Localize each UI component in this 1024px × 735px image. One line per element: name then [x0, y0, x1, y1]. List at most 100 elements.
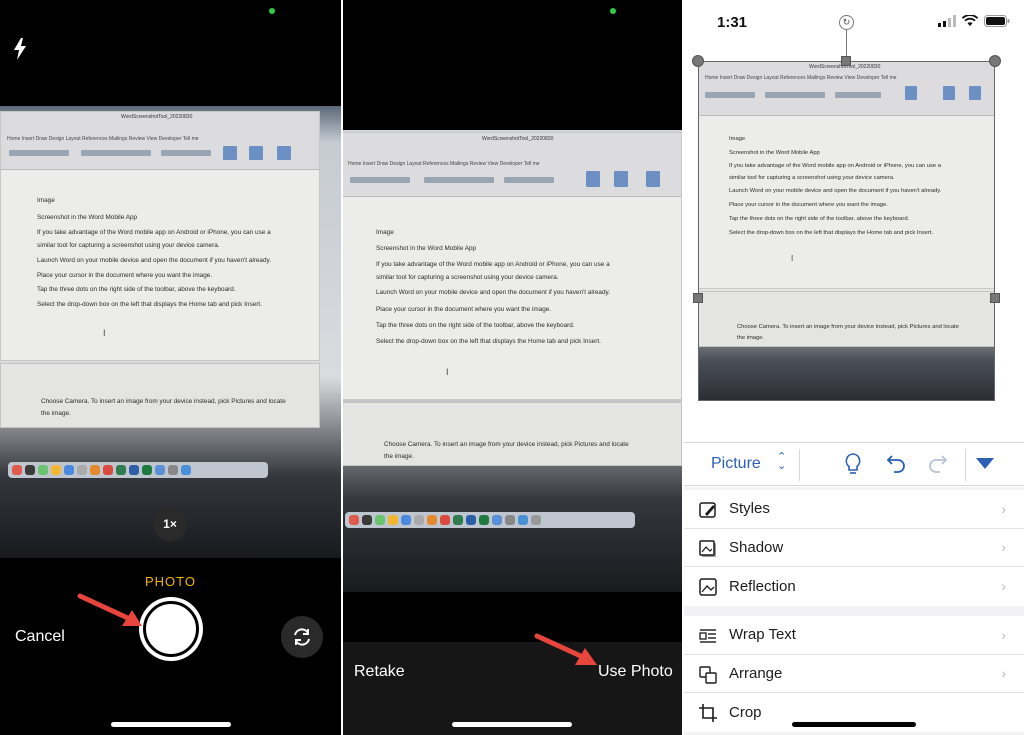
mac-dock [345, 512, 635, 528]
selection-frame [698, 61, 995, 401]
photographed-document-page-2: Choose Camera. To insert an image from y… [343, 402, 682, 466]
menu-item-wrap-text[interactable]: Wrap Text › [684, 616, 1024, 655]
camera-viewfinder: WordScreenshotTool_20220830 Home Insert … [0, 106, 341, 558]
crop-icon [699, 704, 717, 722]
menu-label: Styles [729, 500, 770, 518]
camera-flip-icon [294, 628, 310, 646]
toolbar-divider [799, 449, 800, 481]
menu-label: Shadow [729, 538, 784, 556]
zoom-button[interactable]: 1× [153, 507, 187, 541]
cancel-button[interactable]: Cancel [15, 628, 65, 646]
lightbulb-icon[interactable] [844, 452, 862, 476]
resize-handle-right[interactable] [990, 293, 1000, 303]
menu-item-shadow[interactable]: Shadow › [684, 529, 1024, 567]
resize-handle-top[interactable] [841, 56, 851, 66]
doc-text-line: similar tool for capturing a screenshot … [376, 274, 559, 281]
styles-icon [699, 502, 716, 518]
menu-label: Reflection [729, 577, 796, 595]
menu-item-styles[interactable]: Styles › [684, 490, 1024, 529]
text-cursor-icon: I [103, 328, 106, 338]
chevron-right-icon: › [1001, 578, 1006, 595]
word-ribbon: WordScreenshotTool_20220830 Home Insert … [1, 112, 319, 170]
resize-handle-left[interactable] [693, 293, 703, 303]
doc-text-line: Select the drop-down box on the left tha… [37, 301, 262, 308]
photo-mode-label[interactable]: PHOTO [0, 574, 341, 589]
menu-label: Wrap Text [729, 626, 796, 644]
toolbar-divider [965, 449, 966, 481]
doc-text-line: Launch Word on your mobile device and op… [376, 289, 611, 296]
doc-heading: Image [376, 229, 394, 236]
home-indicator [792, 722, 916, 727]
mac-dock [8, 462, 268, 478]
wifi-icon [962, 15, 978, 26]
doc-text-line: the image. [384, 453, 414, 460]
retake-button[interactable]: Retake [354, 663, 405, 681]
picture-toolbar: Picture ⌃ ⌄ [684, 442, 1024, 486]
picture-tab-dropdown[interactable]: Picture [711, 455, 761, 473]
doc-text-line: If you take advantage of the Word mobile… [37, 229, 271, 236]
chevron-right-icon: › [1001, 539, 1006, 556]
doc-text-line: Tap the three dots on the right side of … [37, 286, 236, 293]
menu-item-reflection[interactable]: Reflection › [684, 567, 1024, 606]
wrap-text-icon [699, 629, 716, 643]
doc-text-line: Place your cursor in the document where … [37, 272, 213, 279]
chevron-right-icon: › [1001, 665, 1006, 682]
status-time: 1:31 [717, 14, 748, 31]
use-photo-button[interactable]: Use Photo [598, 663, 673, 681]
menu-item-arrange[interactable]: Arrange › [684, 655, 1024, 693]
doc-text-line: Launch Word on your mobile device and op… [37, 257, 272, 264]
collapse-triangle-icon[interactable] [976, 458, 994, 470]
camera-indicator-dot [610, 8, 616, 14]
redo-icon[interactable] [928, 452, 948, 474]
resize-handle-top-left[interactable] [692, 55, 704, 67]
flip-camera-button[interactable] [281, 616, 323, 658]
doc-text-line: Choose Camera. To insert an image from y… [384, 441, 629, 448]
battery-icon [984, 15, 1010, 27]
photographed-document-page: WordScreenshotTool_20220830 Home Insert … [343, 132, 682, 400]
doc-text-line: the image. [41, 410, 71, 417]
menu-group-layout: Wrap Text › Arrange › Crop [684, 616, 1024, 732]
camera-indicator-dot [269, 8, 275, 14]
photographed-document-page: WordScreenshotTool_20220830 Home Insert … [0, 111, 320, 361]
status-icons [938, 15, 1010, 27]
shadow-icon [699, 539, 716, 557]
annotation-arrow-icon [534, 633, 597, 665]
doc-subheading: Screenshot in the Word Mobile App [37, 214, 138, 221]
home-indicator [452, 722, 572, 727]
home-indicator [111, 722, 231, 727]
document-title: WordScreenshotTool_20220830 [121, 114, 193, 120]
doc-text-line: Choose Camera. To insert an image from y… [41, 398, 286, 405]
menu-group-styles: Styles › Shadow › Reflection › [684, 490, 1024, 606]
reflection-icon [699, 578, 717, 596]
arrange-icon [699, 665, 717, 684]
flash-icon[interactable] [12, 38, 28, 60]
shutter-button[interactable] [139, 597, 203, 661]
doc-text-line: Place your cursor in the document where … [376, 306, 552, 313]
doc-text-line: If you take advantage of the Word mobile… [376, 261, 610, 268]
menu-label: Arrange [729, 664, 783, 682]
doc-text-line: Tap the three dots on the right side of … [376, 322, 575, 329]
rotate-handle-icon[interactable]: ↻ [839, 15, 854, 30]
camera-screen: WordScreenshotTool_20220830 Home Insert … [0, 0, 341, 735]
photographed-document-page-2: Choose Camera. To insert an image from y… [0, 363, 320, 428]
document-title: WordScreenshotTool_20220830 [482, 136, 554, 142]
text-cursor-icon: I [446, 367, 449, 377]
chevron-up-down-icon[interactable]: ⌃ ⌄ [777, 452, 786, 472]
menu-label: Crop [729, 703, 762, 721]
word-editor-screen: 1:31 WordScreenshotTool_20220830 Home In… [684, 0, 1024, 735]
ribbon-tabs: Home Insert Draw Design Layout Reference… [348, 161, 540, 167]
ribbon-tabs: Home Insert Draw Design Layout Reference… [7, 136, 199, 142]
cellular-signal-icon [938, 15, 956, 27]
resize-handle-top-right[interactable] [989, 55, 1001, 67]
undo-icon[interactable] [886, 452, 906, 474]
picture-options-menu: Styles › Shadow › Reflection › Wrap Text… [684, 487, 1024, 735]
doc-subheading: Screenshot in the Word Mobile App [376, 245, 477, 252]
word-ribbon: WordScreenshotTool_20220830 Home Insert … [343, 133, 681, 197]
doc-text-line: similar tool for capturing a screenshot … [37, 242, 220, 249]
annotation-arrow-icon [77, 593, 142, 626]
photo-review-screen: WordScreenshotTool_20220830 Home Insert … [343, 0, 682, 735]
chevron-right-icon: › [1001, 500, 1006, 517]
doc-heading: Image [37, 197, 55, 204]
doc-text-line: Select the drop-down box on the left tha… [376, 338, 601, 345]
captured-photo: WordScreenshotTool_20220830 Home Insert … [343, 130, 682, 592]
